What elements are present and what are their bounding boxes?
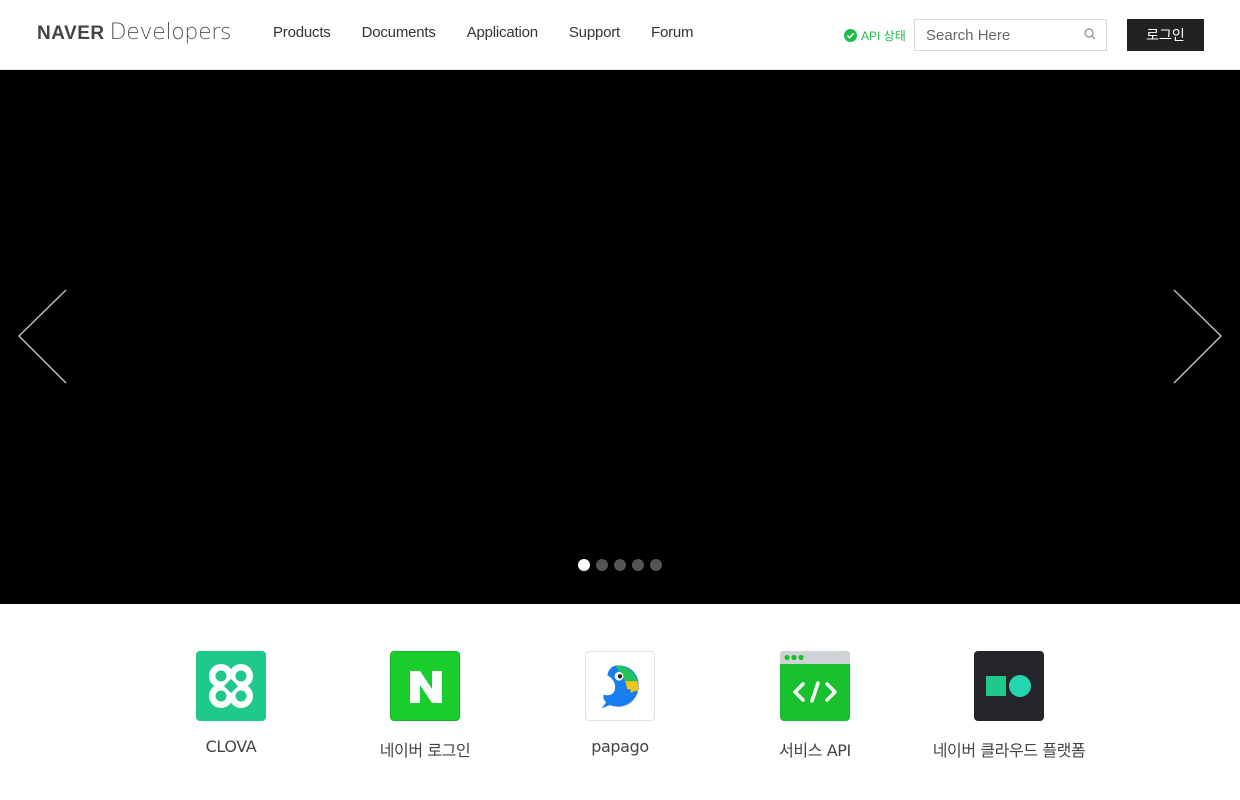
search-box [914, 19, 1107, 51]
nav-documents[interactable]: Documents [362, 24, 436, 41]
api-status-link[interactable]: API 상태 [844, 27, 906, 44]
main-nav: Products Documents Application Support F… [273, 24, 724, 41]
naver-developers-logo[interactable]: NAVER Developers [37, 20, 232, 48]
product-clova[interactable]: CLOVA [131, 651, 331, 756]
carousel-dot-1[interactable] [578, 559, 590, 571]
search-icon[interactable] [1083, 27, 1097, 41]
carousel-pagination [578, 559, 668, 571]
papago-icon [585, 651, 655, 721]
product-naver-cloud-platform[interactable]: 네이버 클라우드 플랫폼 [909, 651, 1109, 761]
carousel-dot-4[interactable] [632, 559, 644, 571]
chevron-left-icon[interactable] [16, 289, 68, 385]
logo-subtitle: Developers [109, 20, 232, 45]
product-label: papago [591, 737, 649, 756]
service-api-icon [780, 651, 850, 721]
ncp-icon [974, 651, 1044, 721]
carousel-dot-2[interactable] [596, 559, 608, 571]
product-service-api[interactable]: 서비스 API [715, 651, 915, 761]
product-naver-login[interactable]: 네이버 로그인 [325, 651, 525, 761]
api-status-label: API 상태 [861, 29, 906, 43]
nav-forum[interactable]: Forum [651, 24, 694, 41]
carousel-dot-3[interactable] [614, 559, 626, 571]
carousel-dot-5[interactable] [650, 559, 662, 571]
login-button[interactable]: 로그인 [1127, 19, 1204, 51]
product-label: 네이버 로그인 [379, 741, 471, 760]
product-label: CLOVA [205, 737, 257, 756]
logo-brand: NAVER [37, 23, 105, 44]
clova-icon [196, 651, 266, 721]
product-label: 서비스 API [779, 741, 851, 760]
hero-carousel [0, 70, 1240, 604]
nav-products[interactable]: Products [273, 24, 331, 41]
chevron-right-icon[interactable] [1172, 289, 1224, 385]
top-header: NAVER Developers Products Documents Appl… [0, 0, 1240, 70]
naver-login-icon [390, 651, 460, 721]
product-shortcuts: CLOVA 네이버 로그인 papago 서비스 API 네이버 클라우드 플랫… [0, 604, 1240, 800]
product-label: 네이버 클라우드 플랫폼 [932, 741, 1086, 760]
check-circle-icon [844, 29, 857, 42]
nav-support[interactable]: Support [569, 24, 620, 41]
product-papago[interactable]: papago [520, 651, 720, 756]
search-input[interactable] [915, 20, 1079, 50]
nav-application[interactable]: Application [467, 24, 538, 41]
